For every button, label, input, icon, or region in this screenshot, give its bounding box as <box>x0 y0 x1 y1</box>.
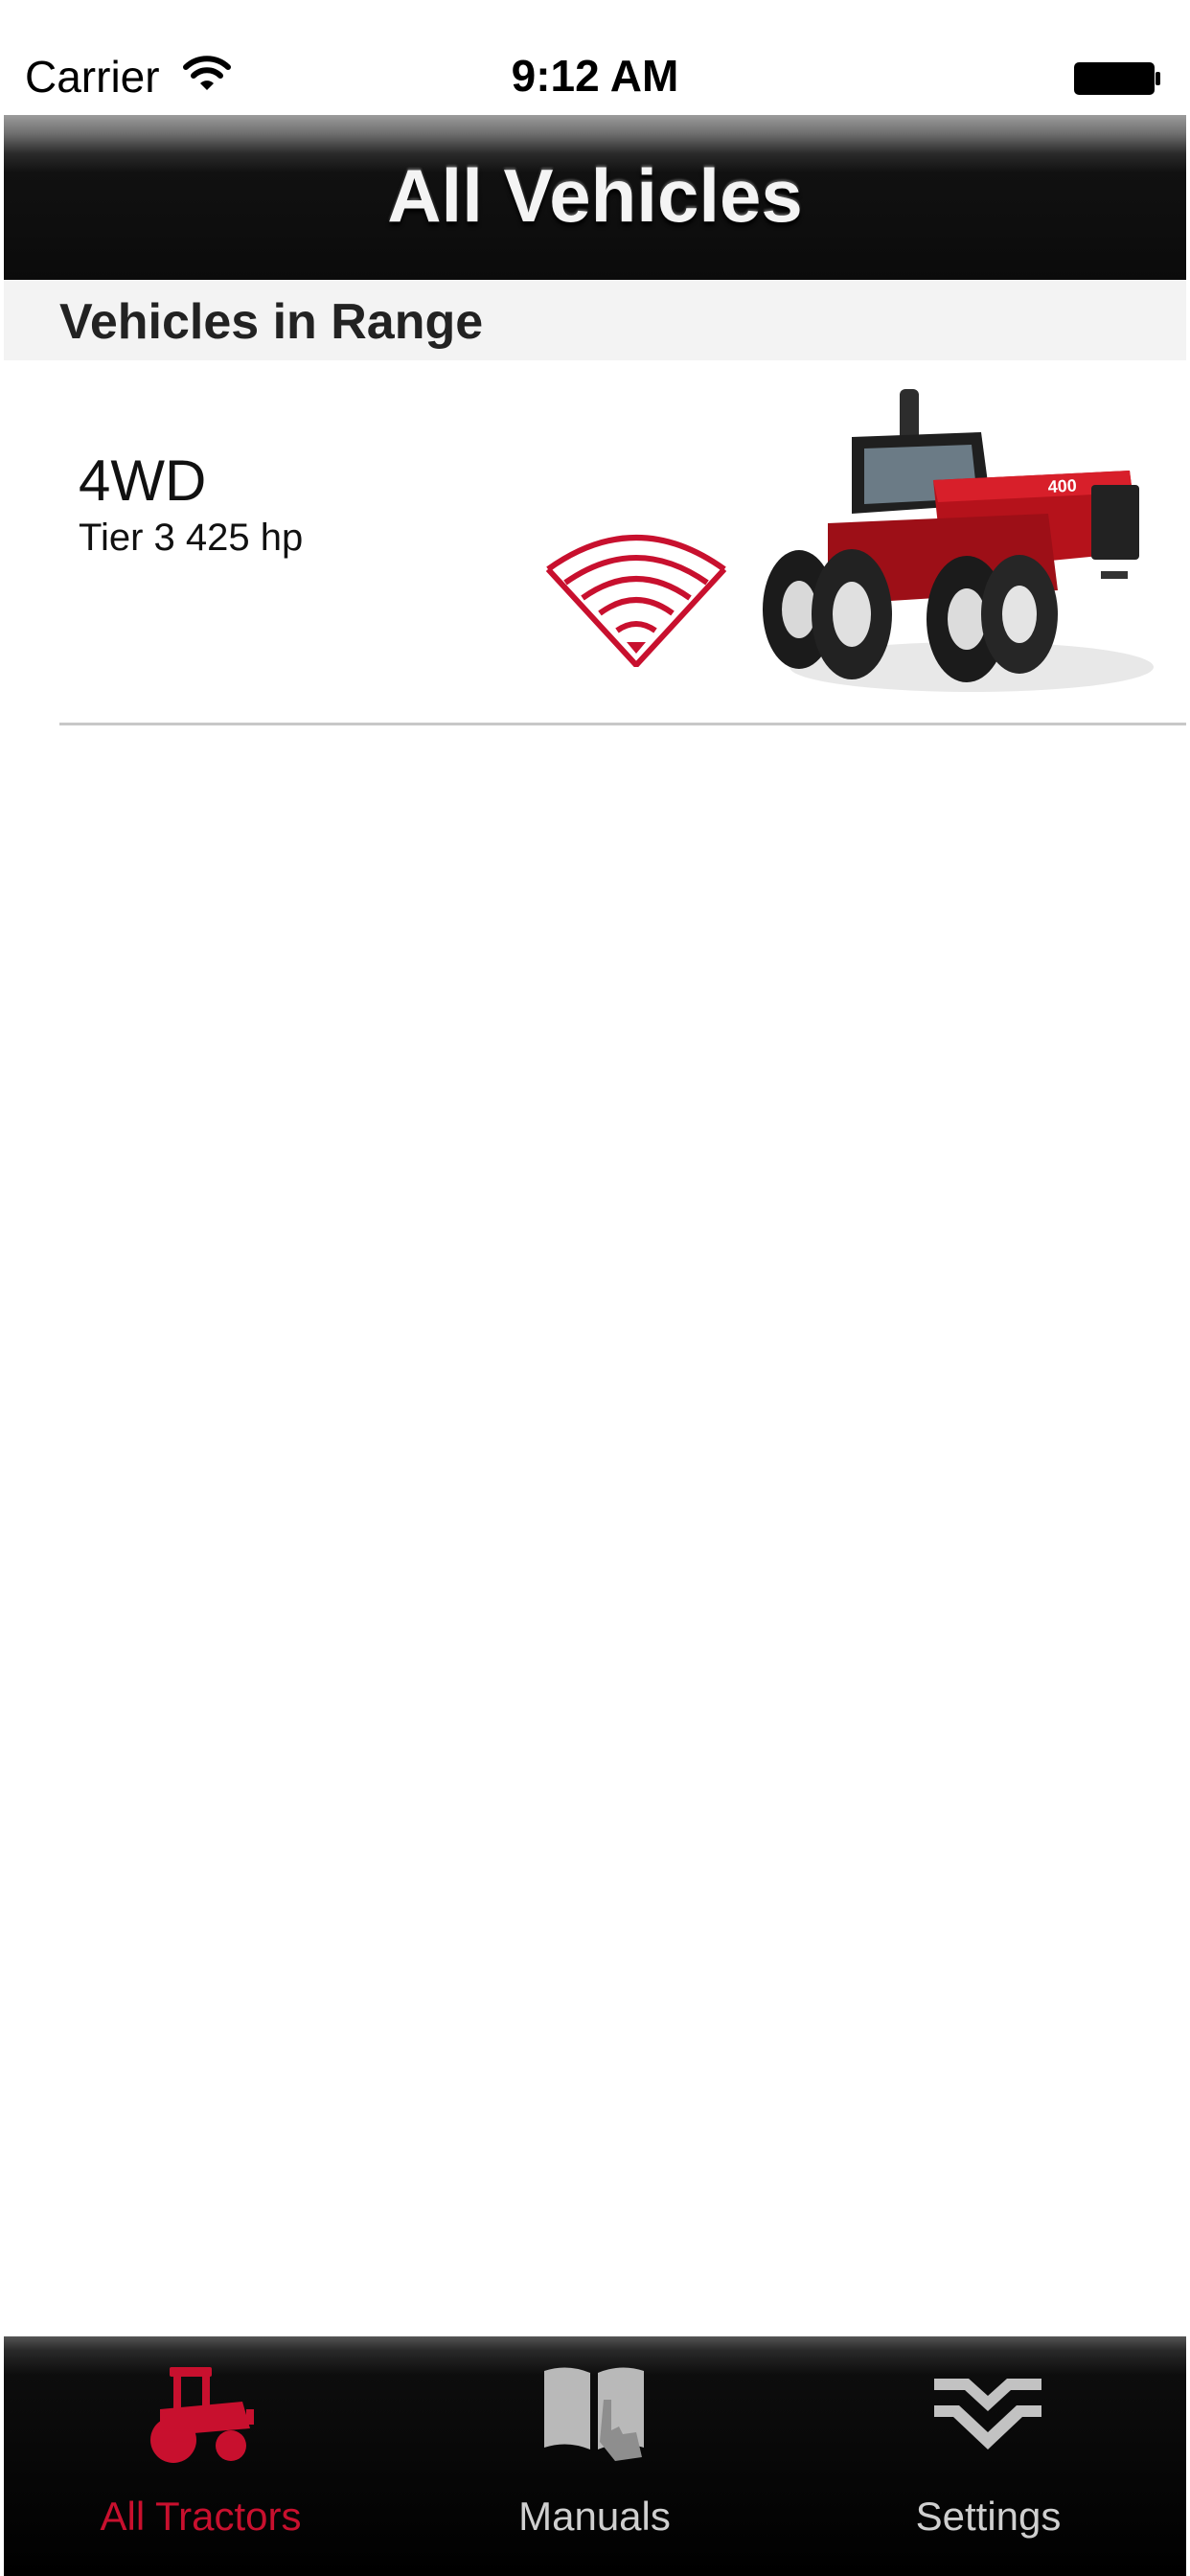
vehicle-subtitle: Tier 3 425 hp <box>79 517 304 559</box>
tab-settings[interactable]: Settings <box>791 2336 1185 2576</box>
clock-label: 9:12 AM <box>511 51 679 101</box>
section-header: Vehicles in Range <box>4 280 1186 360</box>
battery-icon <box>1074 62 1160 95</box>
tab-label-settings: Settings <box>915 2494 1062 2539</box>
tractor-icon <box>150 2367 254 2463</box>
section-title: Vehicles in Range <box>59 294 484 350</box>
tab-all-tractors[interactable]: All Tractors <box>4 2336 398 2576</box>
status-bar: Carrier 9:12 AM <box>0 0 1190 115</box>
page-title: All Vehicles <box>387 153 803 238</box>
navigation-bar: All Vehicles <box>4 115 1186 280</box>
vehicle-name: 4WD <box>79 448 207 513</box>
tab-bar: All Tractors Manuals Settings <box>4 2336 1186 2576</box>
tractor-image: 400 <box>763 389 1154 692</box>
signal-range-icon <box>545 535 727 667</box>
settings-logo-icon <box>934 2379 1041 2450</box>
tab-manuals[interactable]: Manuals <box>398 2336 791 2576</box>
app-screen: Carrier 9:12 AM All Vehicles Vehicles in… <box>0 0 1190 2576</box>
tab-label-manuals: Manuals <box>518 2494 671 2539</box>
vehicle-row[interactable]: 4WD Tier 3 425 hp 400 <box>4 360 1186 724</box>
tab-label-all-tractors: All Tractors <box>100 2494 302 2539</box>
svg-text:400: 400 <box>1047 475 1077 496</box>
row-divider <box>59 723 1186 725</box>
manual-book-icon <box>544 2367 644 2461</box>
